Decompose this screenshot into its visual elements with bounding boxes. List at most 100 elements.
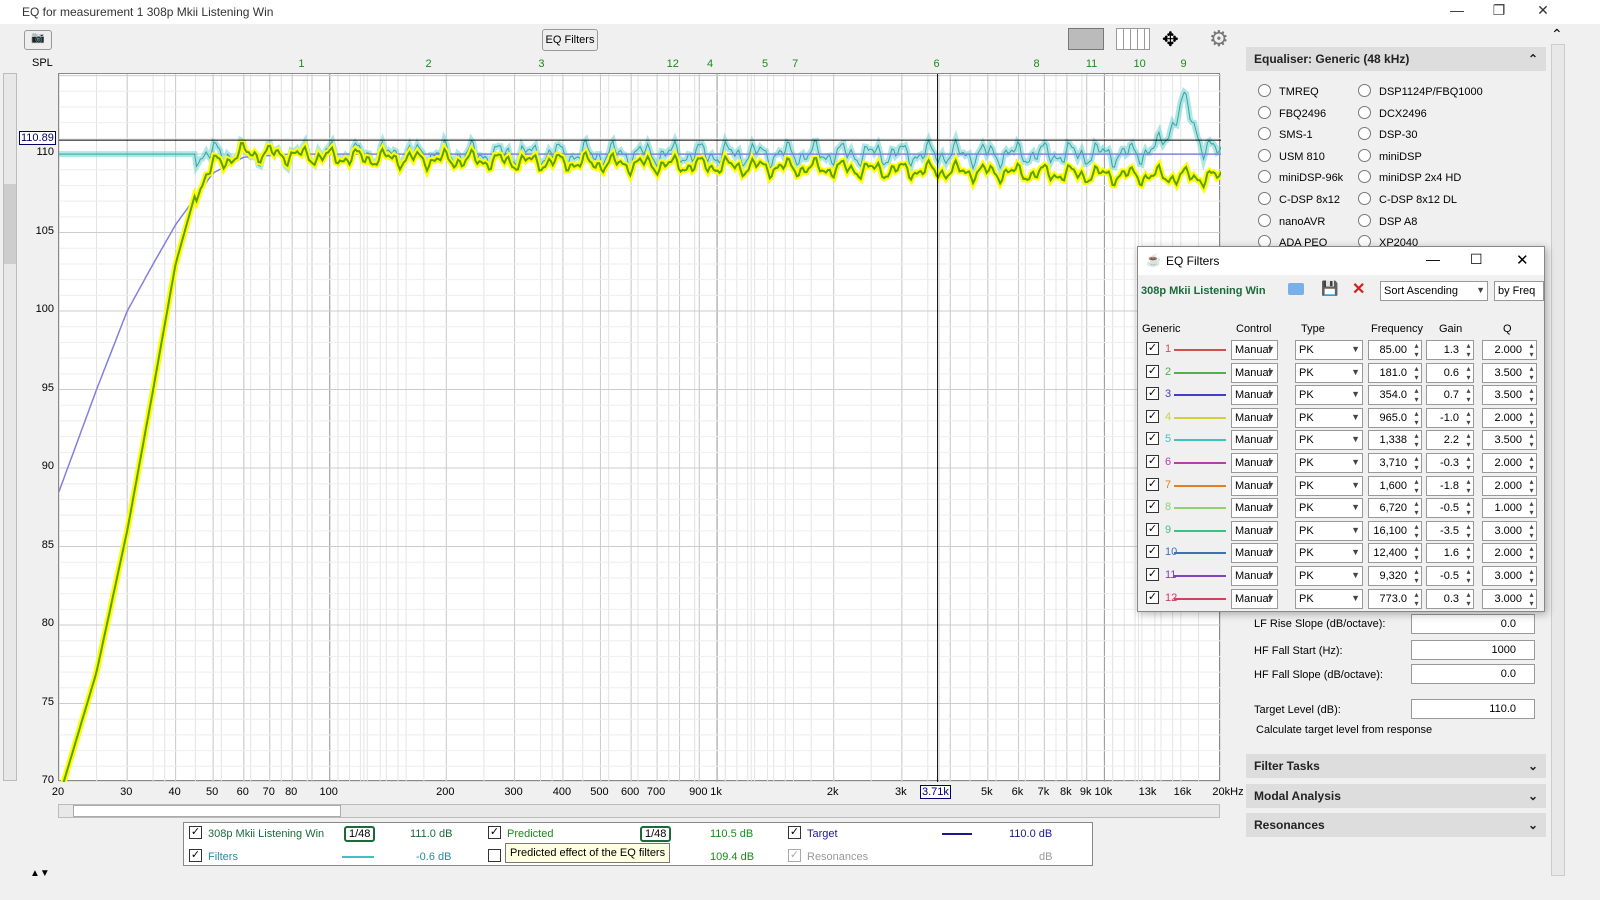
filter-type-dropdown[interactable]: PK [1295, 453, 1363, 473]
filter-q-input[interactable] [1482, 611, 1537, 612]
filter-type-dropdown[interactable]: PK [1295, 520, 1363, 541]
eq-filters-button[interactable]: EQ Filters [542, 29, 598, 51]
hf-fall-start-input[interactable]: 1000 [1411, 640, 1535, 660]
filter-control-dropdown[interactable]: Manual [1231, 520, 1278, 541]
hf-fall-slope-input[interactable]: 0.0 [1411, 664, 1535, 684]
filter-control-dropdown[interactable]: Manual [1231, 430, 1278, 451]
filter-control-dropdown[interactable]: Manual [1231, 588, 1278, 609]
dialog-maximize[interactable]: ☐ [1470, 251, 1483, 268]
filter-control-dropdown[interactable]: Manual [1231, 362, 1278, 383]
filter-marker[interactable]: 6 [934, 58, 940, 70]
filter-enabled-checkbox[interactable]: ✓ [1146, 409, 1159, 423]
filter-marker[interactable]: 10 [1133, 58, 1145, 70]
filter-type-dropdown[interactable]: PK [1295, 362, 1363, 383]
filter-q-input[interactable]: 3.000 [1482, 566, 1537, 586]
predicted-smoothing[interactable]: 1/48 [640, 826, 672, 842]
effect-checkbox[interactable] [488, 849, 501, 862]
right-scrollbar[interactable] [1551, 44, 1565, 876]
equaliser-option[interactable]: USM 810 [1258, 149, 1325, 163]
filter-gain-input[interactable]: 0.3 [1426, 588, 1474, 609]
delete-icon[interactable]: ✕ [1352, 279, 1365, 299]
filter-gain-input[interactable]: -3.5 [1426, 520, 1474, 541]
filter-marker[interactable]: 7 [792, 58, 798, 70]
gear-icon[interactable]: ⚙ [1209, 26, 1229, 52]
predicted-checkbox[interactable]: ✓ [488, 826, 501, 839]
filter-gain-input[interactable]: -1.0 [1426, 407, 1474, 428]
equaliser-option[interactable]: C-DSP 8x12 [1258, 192, 1340, 206]
target-level-input[interactable]: 110.0 [1411, 699, 1535, 719]
filter-control-dropdown[interactable]: Manual [1231, 566, 1278, 586]
filter-type-dropdown[interactable]: PK [1295, 430, 1363, 451]
equaliser-option[interactable]: DSP1124P/FBQ1000 [1358, 84, 1483, 98]
filter-gain-input[interactable]: 1.3 [1426, 340, 1474, 360]
filter-enabled-checkbox[interactable]: ✓ [1146, 545, 1159, 559]
filter-control-dropdown[interactable]: Manual [1231, 498, 1278, 519]
filter-frequency-input[interactable]: 16,100 [1368, 520, 1422, 541]
filter-gain-input[interactable]: -0.5 [1426, 566, 1474, 586]
filters-checkbox[interactable]: ✓ [189, 849, 202, 862]
filter-frequency-input[interactable]: 3,710 [1368, 453, 1422, 473]
filter-control-dropdown[interactable]: Manual [1231, 543, 1278, 564]
filter-control-dropdown[interactable]: Manual [1231, 340, 1278, 360]
filter-marker[interactable]: 4 [707, 58, 713, 70]
filter-type-dropdown[interactable]: PK [1295, 340, 1363, 360]
filter-q-input[interactable]: 2.000 [1482, 475, 1537, 496]
filter-frequency-input[interactable]: 6,720 [1368, 498, 1422, 519]
measurement-checkbox[interactable]: ✓ [189, 826, 202, 839]
equaliser-option[interactable]: TMREQ [1258, 84, 1319, 98]
minimize-button[interactable]: — [1442, 2, 1472, 18]
save-icon[interactable]: 💾 [1321, 280, 1338, 297]
filter-type-dropdown[interactable]: PK [1295, 588, 1363, 609]
filter-gain-input[interactable]: 0.7 [1426, 385, 1474, 406]
filter-tasks-header[interactable]: Filter Tasks ⌄ [1246, 754, 1546, 778]
filter-q-input[interactable]: 3.500 [1482, 385, 1537, 406]
filter-control-dropdown[interactable]: Manual [1231, 385, 1278, 406]
filter-control-dropdown[interactable]: Auto [1231, 611, 1278, 612]
filter-control-dropdown[interactable]: Manual [1231, 453, 1278, 473]
filter-type-dropdown[interactable]: PK [1295, 566, 1363, 586]
filter-enabled-checkbox[interactable]: ✓ [1146, 432, 1159, 446]
calculate-target-level[interactable]: Calculate target level from response [1256, 724, 1432, 736]
filter-type-dropdown[interactable]: PK [1295, 407, 1363, 428]
filter-frequency-input[interactable]: 773.0 [1368, 588, 1422, 609]
filter-q-input[interactable]: 1.000 [1482, 498, 1537, 519]
columns-icon[interactable] [1116, 28, 1150, 50]
lf-rise-slope-input[interactable]: 0.0 [1411, 614, 1535, 634]
filter-frequency-input[interactable]: 85.00 [1368, 340, 1422, 360]
filter-q-input[interactable]: 2.000 [1482, 543, 1537, 564]
filter-marker[interactable]: 9 [1180, 58, 1186, 70]
filter-frequency-input[interactable]: 1,600 [1368, 475, 1422, 496]
filter-gain-input[interactable]: -1.8 [1426, 475, 1474, 496]
camera-icon[interactable]: 📷 [24, 30, 52, 50]
filter-enabled-checkbox[interactable]: ✓ [1146, 522, 1159, 536]
filter-gain-input[interactable] [1426, 611, 1474, 612]
filter-marker[interactable]: 11 [1086, 58, 1097, 70]
equaliser-option[interactable]: DCX2496 [1358, 106, 1427, 120]
dialog-minimize[interactable]: — [1426, 251, 1440, 267]
equaliser-option[interactable]: DSP A8 [1358, 214, 1417, 228]
expand-arrows-icon[interactable]: ▲▼ [30, 868, 50, 879]
resonances-header[interactable]: Resonances ⌄ [1246, 813, 1546, 837]
filter-enabled-checkbox[interactable]: ✓ [1146, 590, 1159, 604]
filter-q-input[interactable]: 2.000 [1482, 453, 1537, 473]
collapse-icon[interactable]: ⌃ [1528, 52, 1538, 66]
filter-frequency-input[interactable]: 965.0 [1368, 407, 1422, 428]
filter-marker[interactable]: 12 [667, 58, 679, 70]
filter-frequency-input[interactable]: 181.0 [1368, 362, 1422, 383]
filter-type-dropdown[interactable]: PK [1295, 498, 1363, 519]
filter-type-dropdown[interactable]: PK [1295, 385, 1363, 406]
filter-enabled-checkbox[interactable]: ✓ [1146, 568, 1159, 581]
filter-type-dropdown[interactable]: PK [1295, 543, 1363, 564]
close-button[interactable]: ✕ [1528, 2, 1558, 19]
open-folder-icon[interactable] [1288, 283, 1304, 295]
equaliser-option[interactable]: C-DSP 8x12 DL [1358, 192, 1457, 206]
equaliser-option[interactable]: SMS-1 [1258, 127, 1313, 141]
filter-gain-input[interactable]: 0.6 [1426, 362, 1474, 383]
filter-enabled-checkbox[interactable]: ✓ [1146, 387, 1159, 401]
plot-area[interactable] [56, 73, 1224, 799]
equaliser-option[interactable]: miniDSP-96k [1258, 170, 1343, 184]
restore-button[interactable]: ❐ [1484, 2, 1514, 19]
filter-marker[interactable]: 5 [762, 58, 768, 70]
resonances-checkbox[interactable]: ✓ [788, 849, 801, 862]
filter-frequency-input[interactable]: 1,338 [1368, 430, 1422, 451]
